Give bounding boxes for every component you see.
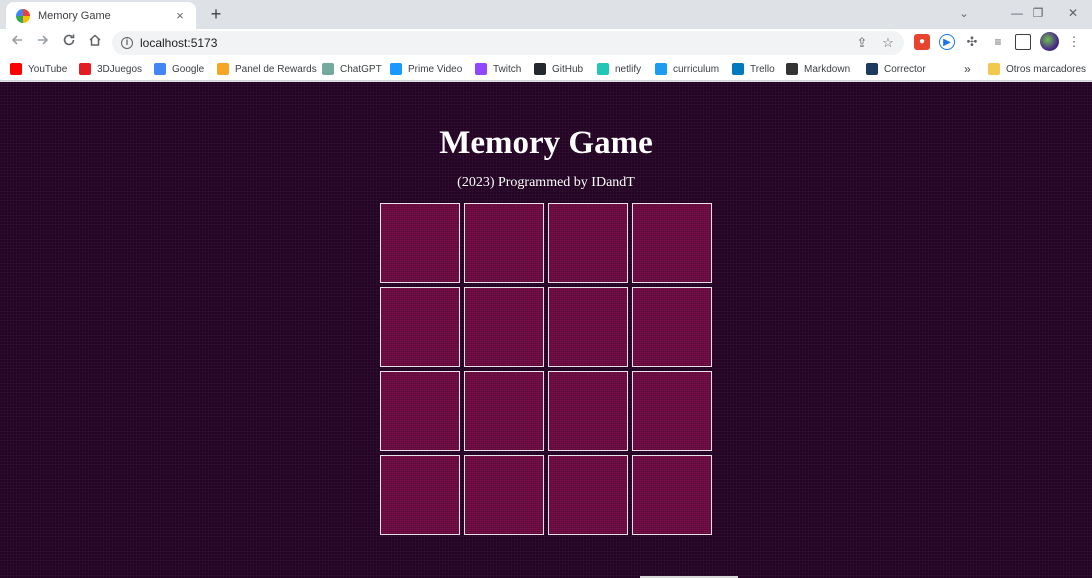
memory-card[interactable] (548, 371, 628, 451)
memory-card[interactable] (632, 455, 712, 535)
bookmark-curriculum[interactable]: curriculum (655, 61, 719, 77)
bookmark-label: Corrector (884, 63, 926, 75)
memory-card[interactable] (464, 287, 544, 367)
bookmark-label: GitHub (552, 63, 584, 75)
bookmark-twitch[interactable]: Twitch (475, 61, 521, 77)
bookmark-netlify[interactable]: netlify (597, 61, 641, 77)
memory-card[interactable] (464, 455, 544, 535)
close-window-button[interactable]: ✕ (1054, 0, 1092, 29)
memory-card[interactable] (464, 371, 544, 451)
bookmark-label: ChatGPT (340, 63, 382, 75)
memory-card[interactable] (632, 371, 712, 451)
bookmark-label: Twitch (493, 63, 522, 75)
google-icon (154, 63, 166, 75)
memory-card[interactable] (548, 287, 628, 367)
menu-kebab-icon[interactable]: ⋮ (1066, 34, 1082, 50)
address-bar[interactable]: i localhost:5173 ⇪ ☆ (112, 31, 904, 55)
trello-icon (732, 63, 744, 75)
bookmark-label: curriculum (673, 63, 720, 75)
back-button[interactable] (6, 32, 28, 54)
tab-search-icon[interactable]: ⌄ (954, 4, 974, 24)
bookmark-youtube[interactable]: YouTube (10, 61, 67, 77)
restore-button[interactable]: ❐ (1019, 0, 1057, 29)
site-info-icon[interactable]: i (121, 37, 133, 49)
bookmark-google[interactable]: Google (154, 61, 204, 77)
home-icon (89, 34, 101, 46)
bookmark-label: Panel de Rewards (235, 63, 317, 75)
bookmark-trello[interactable]: Trello (732, 61, 775, 77)
forward-arrow-icon (38, 35, 49, 45)
memory-card[interactable] (632, 203, 712, 283)
corrector-icon (866, 63, 878, 75)
tab-memory-game[interactable]: Memory Game × (6, 2, 196, 29)
memory-card[interactable] (464, 203, 544, 283)
memory-card[interactable] (632, 287, 712, 367)
extensions-puzzle-icon[interactable]: ✣ (964, 34, 980, 50)
rewards-icon (217, 63, 229, 75)
other-bookmarks-label: Otros marcadores (1006, 63, 1087, 75)
url-text[interactable]: localhost:5173 (140, 36, 217, 50)
bookmark-label: Google (172, 63, 205, 75)
other-bookmarks-folder[interactable]: Otros marcadores (988, 61, 1086, 77)
new-tab-button[interactable]: + (206, 4, 226, 24)
bookmark-panel-de-rewards[interactable]: Panel de Rewards (217, 61, 317, 77)
bookmark-label: Prime Video (408, 63, 463, 75)
home-button[interactable] (84, 32, 106, 54)
page-viewport: Memory Game (2023) Programmed by IDandT (0, 82, 1092, 578)
bookmark-prime-video[interactable]: Prime Video (390, 61, 462, 77)
memory-card[interactable] (548, 455, 628, 535)
memory-card[interactable] (380, 371, 460, 451)
github-icon (534, 63, 546, 75)
memory-card[interactable] (380, 455, 460, 535)
forward-button[interactable] (32, 32, 54, 54)
3djuegos-icon (79, 63, 91, 75)
bookmark-3djuegos[interactable]: 3DJuegos (79, 61, 142, 77)
bookmark-corrector[interactable]: Corrector (866, 61, 926, 77)
folder-icon (988, 63, 1000, 75)
netlify-icon (597, 63, 609, 75)
reload-button[interactable] (58, 32, 80, 54)
bookmarks-overflow-button[interactable]: » (964, 61, 971, 77)
bookmarks-bar: Otros marcadores » YouTube 3DJuegos Google… (0, 57, 1092, 81)
youtube-icon (10, 63, 22, 75)
bookmark-label: Markdown (804, 63, 851, 75)
close-tab-icon[interactable]: × (172, 8, 188, 23)
bookmark-label: 3DJuegos (97, 63, 143, 75)
twitch-icon (475, 63, 487, 75)
reading-list-icon[interactable]: ≡ (990, 34, 1006, 50)
card-grid (380, 203, 712, 535)
prime-video-icon (390, 63, 402, 75)
bookmark-label: netlify (615, 63, 642, 75)
bookmark-markdown[interactable]: Markdown (786, 61, 850, 77)
tab-strip: Memory Game × + ⌄ — ❐ ✕ (0, 0, 1092, 29)
memory-card[interactable] (380, 287, 460, 367)
bookmark-label: YouTube (28, 63, 68, 75)
back-arrow-icon (11, 35, 22, 45)
browser-toolbar: i localhost:5173 ⇪ ☆ ● ▶ ✣ ≡ ⋮ (0, 29, 1092, 57)
avatar[interactable] (1040, 32, 1059, 51)
bookmark-github[interactable]: GitHub (534, 61, 583, 77)
memory-card[interactable] (548, 203, 628, 283)
bookmark-star-icon[interactable]: ☆ (880, 35, 896, 51)
reload-icon (63, 34, 75, 46)
extension-play-icon[interactable]: ▶ (939, 34, 955, 50)
tab-title: Memory Game (38, 9, 111, 22)
share-icon[interactable]: ⇪ (854, 35, 870, 51)
memory-card[interactable] (380, 203, 460, 283)
bookmark-chatgpt[interactable]: ChatGPT (322, 61, 382, 77)
page-title: Memory Game (439, 125, 653, 161)
extension-red-icon[interactable]: ● (914, 34, 930, 50)
side-panel-icon[interactable] (1015, 34, 1031, 50)
markdown-icon (786, 63, 798, 75)
chatgpt-icon (322, 63, 334, 75)
twitter-icon (655, 63, 667, 75)
bookmark-label: Trello (750, 63, 775, 75)
page-subtitle: (2023) Programmed by IDandT (457, 175, 635, 190)
favicon-icon (16, 8, 30, 23)
